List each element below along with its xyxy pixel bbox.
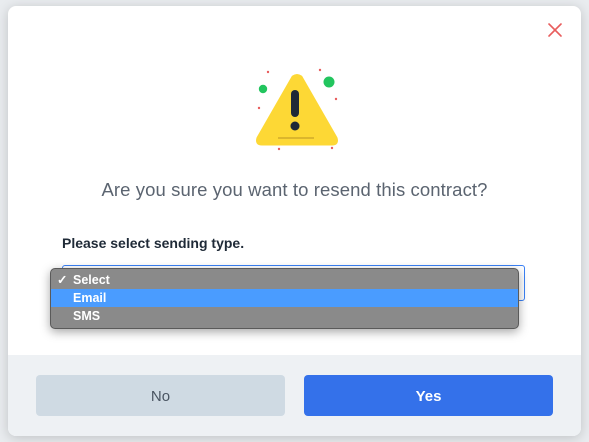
yes-button[interactable]: Yes	[304, 375, 553, 416]
dropdown-option-email[interactable]: Email	[51, 289, 518, 307]
close-button[interactable]	[545, 20, 565, 40]
modal-footer: No Yes	[8, 355, 581, 436]
warning-illustration	[250, 68, 340, 160]
sending-type-label: Please select sending type.	[62, 235, 245, 251]
dropdown-option-label: Select	[73, 273, 110, 287]
dropdown-option-label: SMS	[73, 309, 101, 323]
dropdown-option-label: Email	[73, 291, 107, 305]
warning-triangle-icon	[256, 68, 338, 151]
no-button[interactable]: No	[36, 375, 285, 416]
confirmation-question: Are you sure you want to resend this con…	[101, 179, 488, 200]
dropdown-option-sms[interactable]: SMS	[51, 307, 518, 325]
dropdown-option-select[interactable]: ✓ Select	[51, 271, 518, 289]
resend-contract-modal: Are you sure you want to resend this con…	[8, 6, 581, 436]
close-icon	[548, 23, 562, 37]
sending-type-dropdown-list[interactable]: ✓ Select Email SMS	[50, 268, 519, 329]
checkmark-icon: ✓	[57, 273, 68, 287]
